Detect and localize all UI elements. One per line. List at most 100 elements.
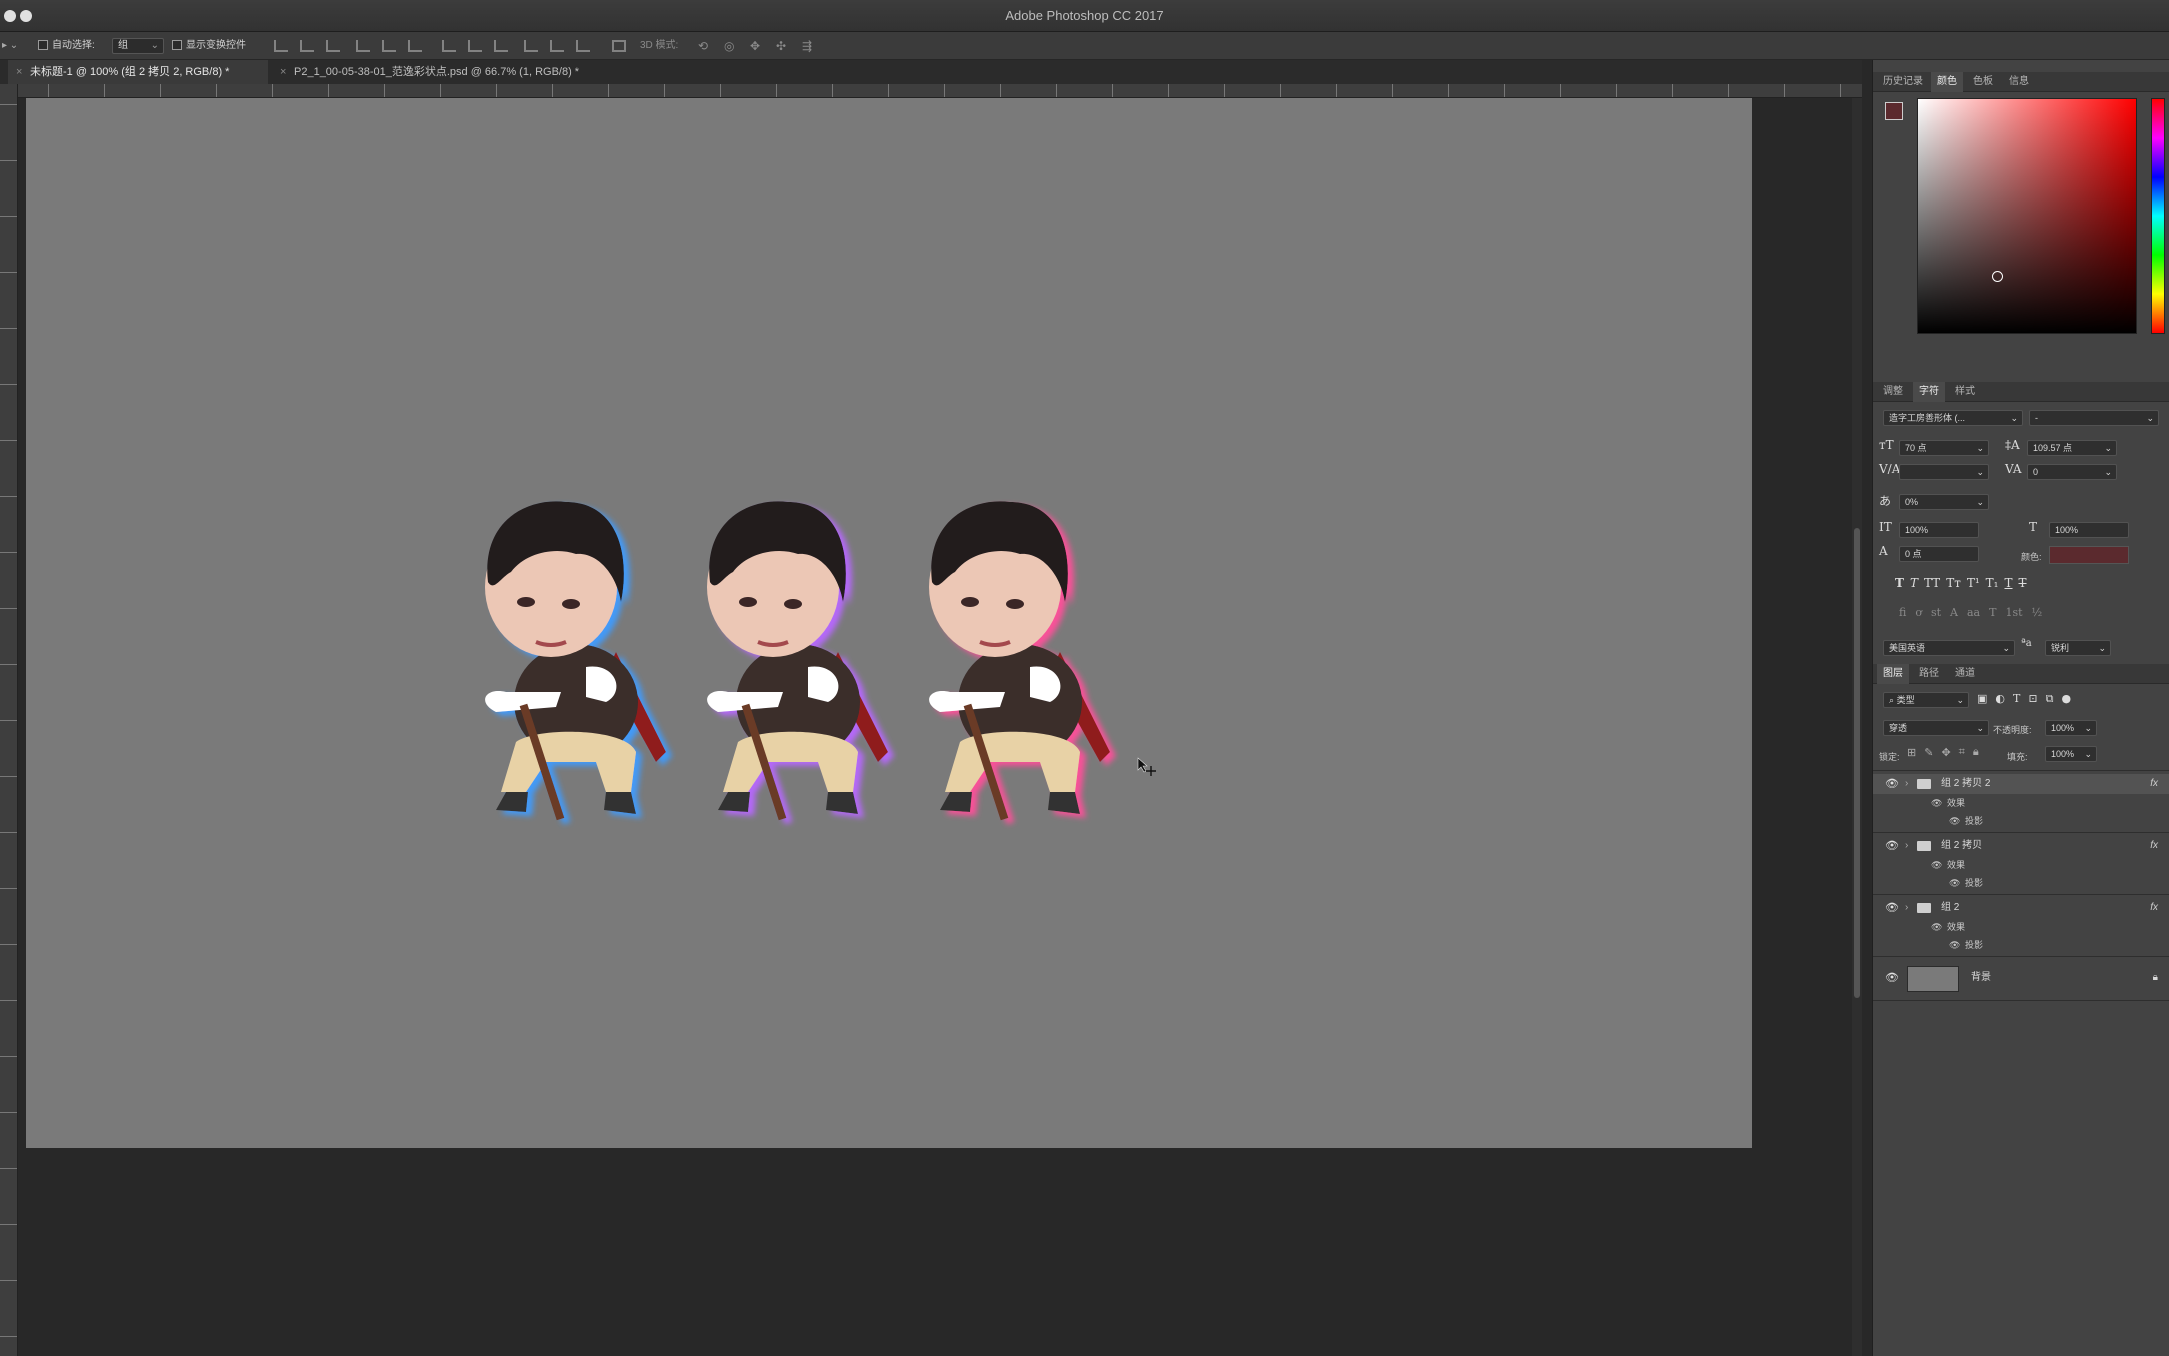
visibility-eye-icon[interactable]: 👁︎ <box>1931 918 1942 936</box>
layer-name[interactable]: 组 2 <box>1941 898 1959 918</box>
fx-icon[interactable]: fx <box>2150 774 2158 794</box>
auto-align-icon[interactable] <box>612 40 626 52</box>
align-vcenter-icon[interactable] <box>300 40 314 52</box>
lock-all-icon[interactable]: 🔒︎ <box>1973 746 1979 762</box>
layer-effect-row[interactable]: 👁︎ 投影 <box>1873 874 2169 892</box>
layer-effect-row[interactable]: 👁︎ 投影 <box>1873 936 2169 954</box>
discretionary-ligature-icon[interactable]: 1st <box>2005 606 2022 622</box>
visibility-eye-icon[interactable]: 👁︎ <box>1949 874 1960 892</box>
visibility-eye-icon[interactable]: 👁︎ <box>1931 856 1942 874</box>
lock-transparent-icon[interactable]: ⊞ <box>1907 746 1916 762</box>
align-hcenter-icon[interactable] <box>382 40 396 52</box>
tab-channels[interactable]: 通道 <box>1949 664 1981 684</box>
language-select[interactable]: 美国英语 ⌄ <box>1883 640 2015 656</box>
tab-layers[interactable]: 图层 <box>1877 664 1909 684</box>
layer-name[interactable]: 组 2 拷贝 2 <box>1941 774 1990 794</box>
layer-row-group2-copy2[interactable]: 👁︎ › 组 2 拷贝 2 fx <box>1873 774 2169 794</box>
3d-pan-icon[interactable]: ✥ <box>750 38 760 54</box>
blend-mode-select[interactable]: 穿透 ⌄ <box>1883 720 1989 736</box>
antialias-select[interactable]: 锐利 ⌄ <box>2045 640 2111 656</box>
text-color-swatch[interactable] <box>2049 546 2129 564</box>
underline-icon[interactable]: T <box>2005 576 2013 594</box>
tab-info[interactable]: 信息 <box>2003 72 2035 92</box>
tool-preset-picker-icon[interactable]: ▸ ⌄ <box>2 38 18 54</box>
layer-effects-row[interactable]: 👁︎ 效果 <box>1873 918 2169 936</box>
superscript-icon[interactable]: T¹ <box>1967 576 1980 594</box>
lock-position-icon[interactable]: ✥ <box>1941 746 1950 762</box>
document-tab[interactable]: × P2_1_00-05-38-01_范逸彩状点.psd @ 66.7% (1,… <box>272 60 652 84</box>
sticker-figure-pink[interactable] <box>910 492 1120 832</box>
lock-artboard-icon[interactable]: ⌗ <box>1959 746 1965 762</box>
distribute-bottom-icon[interactable] <box>494 40 508 52</box>
show-transform-checkbox[interactable]: 显示变换控件 <box>172 38 246 54</box>
layer-row-group2[interactable]: 👁︎ › 组 2 fx <box>1873 898 2169 918</box>
filter-toggle-icon[interactable]: ● <box>2061 692 2071 708</box>
align-bottom-icon[interactable] <box>326 40 340 52</box>
visibility-eye-icon[interactable]: 👁︎ <box>1949 812 1960 830</box>
fill-field[interactable]: 100% ⌄ <box>2045 746 2097 762</box>
layer-filter-kind-select[interactable]: ⌕ 类型 ⌄ <box>1883 692 1969 708</box>
horizontal-scale-field[interactable]: 100% <box>2049 522 2129 538</box>
visibility-eye-icon[interactable]: 👁︎ <box>1885 898 1899 918</box>
ordinal-icon[interactable]: T <box>1989 606 1996 622</box>
layer-name[interactable]: 组 2 拷贝 <box>1941 836 1982 856</box>
strikethrough-icon[interactable]: T <box>2019 576 2027 594</box>
vertical-ruler[interactable] <box>0 84 18 1356</box>
3d-rotate-icon[interactable]: ⟲ <box>698 38 708 54</box>
tracking-field[interactable]: 0 ⌄ <box>2027 464 2117 480</box>
align-left-icon[interactable] <box>356 40 370 52</box>
layer-name[interactable]: 背景 <box>1971 958 1991 998</box>
layer-effects-row[interactable]: 👁︎ 效果 <box>1873 856 2169 874</box>
font-style-select[interactable]: - ⌄ <box>2029 410 2159 426</box>
distribute-vcenter-icon[interactable] <box>468 40 482 52</box>
visibility-eye-icon[interactable]: 👁︎ <box>1931 794 1942 812</box>
expand-chevron-icon[interactable]: › <box>1905 898 1908 918</box>
color-picker-handle[interactable] <box>1992 271 2003 282</box>
old-style-icon[interactable]: ơ <box>1915 606 1922 622</box>
3d-scale-icon[interactable]: ⇶ <box>802 38 812 54</box>
leading-field[interactable]: 109.57 点 ⌄ <box>2027 440 2117 456</box>
tab-character[interactable]: 字符 <box>1913 382 1945 402</box>
font-family-select[interactable]: 造字工房善形体 (... ⌄ <box>1883 410 2023 426</box>
sticker-figure-purple[interactable] <box>688 492 898 832</box>
align-right-icon[interactable] <box>408 40 422 52</box>
smart-object-filter-icon[interactable]: ⧉ <box>2046 692 2054 708</box>
layer-effects-row[interactable]: 👁︎ 效果 <box>1873 794 2169 812</box>
font-size-field[interactable]: 70 点 ⌄ <box>1899 440 1989 456</box>
foreground-color-swatch[interactable] <box>1885 102 1903 120</box>
distribute-right-icon[interactable] <box>576 40 590 52</box>
visibility-eye-icon[interactable]: 👁︎ <box>1885 774 1899 794</box>
distribute-left-icon[interactable] <box>524 40 538 52</box>
tsume-field[interactable]: 0% ⌄ <box>1899 494 1989 510</box>
visibility-eye-icon[interactable]: 👁︎ <box>1885 836 1899 856</box>
scrollbar-thumb[interactable] <box>1854 528 1860 998</box>
pixel-layer-filter-icon[interactable]: ▣ <box>1977 692 1987 708</box>
adjustment-layer-filter-icon[interactable]: ◐ <box>1995 692 2005 708</box>
hue-slider[interactable] <box>2151 98 2165 334</box>
tab-swatches[interactable]: 色板 <box>1967 72 1999 92</box>
auto-select-dropdown[interactable]: 组 ⌄ <box>112 38 164 54</box>
subscript-icon[interactable]: T₁ <box>1986 576 1999 594</box>
visibility-eye-icon[interactable]: 👁︎ <box>1949 936 1960 954</box>
tab-styles[interactable]: 样式 <box>1949 382 1981 402</box>
document-tab-active[interactable]: × 未标题-1 @ 100% (组 2 拷贝 2, RGB/8) * <box>8 60 268 84</box>
layer-row-group2-copy[interactable]: 👁︎ › 组 2 拷贝 fx <box>1873 836 2169 856</box>
baseline-shift-field[interactable]: 0 点 <box>1899 546 1979 562</box>
shape-layer-filter-icon[interactable]: ⊡ <box>2028 692 2037 708</box>
expand-chevron-icon[interactable]: › <box>1905 836 1908 856</box>
expand-chevron-icon[interactable]: › <box>1905 774 1908 794</box>
faux-italic-icon[interactable]: T <box>1910 576 1918 594</box>
all-caps-icon[interactable]: TT <box>1924 576 1940 594</box>
fraction-icon[interactable]: ½ <box>2032 606 2043 622</box>
titling-icon[interactable]: aa <box>1967 606 1980 622</box>
sticker-figure-blue[interactable] <box>466 492 676 832</box>
faux-bold-icon[interactable]: T <box>1895 576 1904 594</box>
layer-row-background[interactable]: 👁︎ 背景 🔒︎ <box>1873 958 2169 998</box>
distribute-top-icon[interactable] <box>442 40 456 52</box>
tab-color[interactable]: 颜色 <box>1931 72 1963 92</box>
visibility-eye-icon[interactable]: 👁︎ <box>1885 958 1899 998</box>
type-layer-filter-icon[interactable]: T <box>2013 692 2020 708</box>
tab-paths[interactable]: 路径 <box>1913 664 1945 684</box>
align-top-icon[interactable] <box>274 40 288 52</box>
stylistic-alt-icon[interactable]: A <box>1950 606 1958 622</box>
